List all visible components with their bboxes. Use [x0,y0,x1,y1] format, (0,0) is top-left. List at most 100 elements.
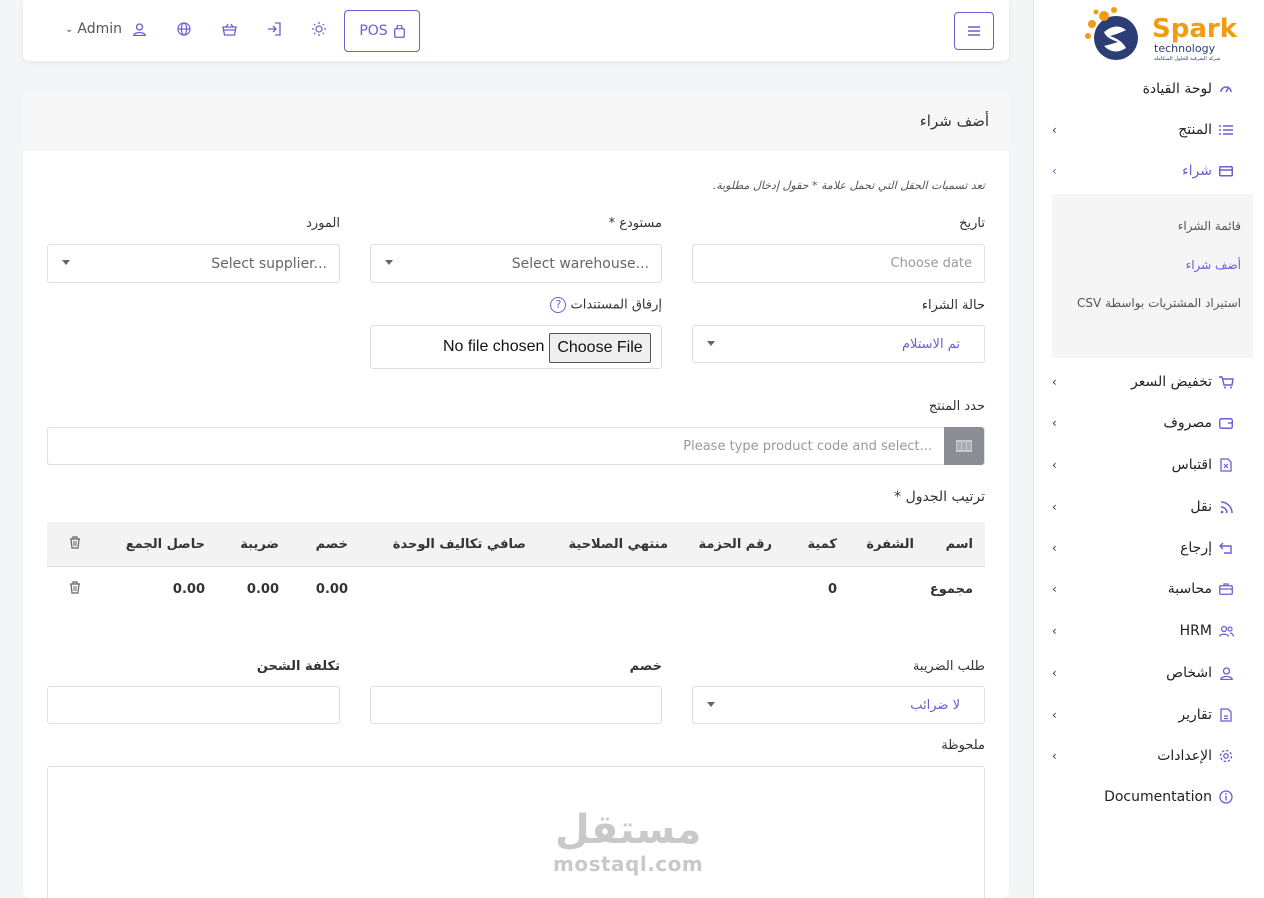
pos-button[interactable]: POS [344,10,420,52]
product-search-input[interactable]: Please type product code and select... [47,427,985,465]
discount-input[interactable] [370,686,662,724]
sidebar-item-label: إرجاع [1180,540,1212,556]
table-header: اسم الشفرة كمية رقم الحزمة منتهي الصلاحي… [47,522,985,567]
order-tax-select[interactable]: لا ضرائب [692,686,985,724]
chevron-left-icon: ‹ [1052,749,1057,763]
file-input[interactable]: Choose File No file chosen [370,325,662,369]
gear-icon [1218,748,1234,764]
user-name: Admin [77,21,123,37]
theme-toggle-icon[interactable] [309,21,329,41]
footer-total: 0.00 [172,582,205,597]
user-icon[interactable] [129,21,149,41]
supplier-select[interactable]: Select supplier... [47,244,340,283]
chevron-down-icon: ⌄ [65,23,74,35]
list-icon [1218,122,1234,138]
login-icon[interactable] [264,21,284,41]
rss-icon [1218,499,1234,515]
col-code: الشفرة [866,537,914,552]
caret-down-icon [707,702,715,707]
watermark-url: mostaql.com [553,852,704,876]
brand-tagline: شركة الشرقية للحلول المتكاملة [1154,56,1221,62]
chevron-left-icon: ‹ [1052,582,1057,596]
sidebar-item-settings[interactable]: ‹ الإعدادات [1052,744,1234,768]
user-menu[interactable]: ⌄ Admin [65,21,122,37]
submenu-item-add-purchase[interactable]: أضف شراء [1051,253,1241,277]
tax-value: لا ضرائب [910,697,960,713]
warehouse-select[interactable]: Select warehouse... [370,244,662,283]
sidebar-item-product[interactable]: ‹ المنتج [1052,118,1234,142]
footer-tax: 0.00 [246,582,279,597]
watermark-arabic: مستقل [554,807,702,853]
report-icon [1218,707,1234,723]
submenu-item-purchase-list[interactable]: قائمة الشراء [1051,214,1241,238]
sidebar-item-label: تخفيض السعر [1131,374,1212,390]
order-table: اسم الشفرة كمية رقم الحزمة منتهي الصلاحي… [47,522,985,612]
chevron-left-icon: ‹ [1052,708,1057,722]
sidebar-item-transfer[interactable]: ‹ نقل [1052,495,1234,519]
sidebar-item-documentation[interactable]: Documentation [1052,785,1234,809]
brand-logo[interactable]: Spark technology شركة الشرقية للحلول الم… [1074,4,1237,66]
sidebar-item-purchase[interactable]: ‹ شراء [1052,159,1234,183]
sidebar-item-people[interactable]: ‹ اشخاص [1052,661,1234,685]
purchase-status-select[interactable]: تم الاستلام [692,325,985,363]
sidebar-item-quotation[interactable]: ‹ اقتباس [1052,453,1234,477]
date-placeholder: Choose date [890,256,972,271]
footer-label: مجموع [929,582,973,597]
note-textarea[interactable] [47,766,985,898]
warehouse-label: مستودع * [608,216,662,231]
col-subtotal: حاصل الجمع [125,537,205,552]
sidebar-item-expense[interactable]: ‹ مصروف [1052,411,1234,435]
card-header: أضف شراء [23,92,1009,150]
shipping-label: تكلفة الشحن [256,659,340,674]
chevron-left-icon: ‹ [1052,624,1057,638]
basket-icon[interactable] [219,21,239,41]
date-label: تاريخ [959,216,985,231]
sidebar-item-label: Documentation [1104,789,1212,805]
sidebar-item-dashboard[interactable]: لوحة القيادة [1052,77,1234,101]
sidebar-item-label: HRM [1179,623,1212,639]
info-icon [1218,789,1234,805]
sidebar-item-hrm[interactable]: ‹ HRM [1052,619,1234,643]
briefcase-icon [1218,581,1234,597]
status-value: تم الاستلام [901,336,960,352]
col-expiry: منتهي الصلاحية [568,537,669,552]
watermark: مستقل mostaql.com [553,808,703,876]
product-placeholder: Please type product code and select... [683,439,932,454]
status-label: حالة الشراء [921,298,985,313]
spark-logo-icon [1085,7,1138,60]
chevron-left-icon: ‹ [1052,123,1057,137]
caret-down-icon [62,260,70,265]
required-note: تعد تسميات الحقل التي تحمل علامة * حقول … [712,179,985,192]
supplier-label: المورد [306,216,340,231]
supplier-placeholder: Select supplier... [211,255,327,272]
brand-name: Spark [1152,14,1237,44]
sidebar-item-return[interactable]: ‹ إرجاع [1052,536,1234,560]
submenu-item-import-csv[interactable]: استيراد المشتريات بواسطة CSV [1051,291,1241,315]
sidebar-item-label: نقل [1190,499,1212,515]
caret-down-icon [385,260,393,265]
pos-label: POS [359,23,388,39]
sidebar-item-sale[interactable]: ‹ تخفيض السعر [1052,370,1234,394]
col-batch: رقم الحزمة [698,537,772,552]
order-table-label: ترتيب الجدول * [894,489,985,505]
page-title: أضف شراء [919,112,989,130]
sidebar-item-accounting[interactable]: ‹ محاسبة [1052,577,1234,601]
chevron-left-icon: ‹ [1052,500,1057,514]
menu-toggle-button[interactable] [954,12,994,50]
chevron-left-icon: ‹ [1052,541,1057,555]
file-x-icon [1218,457,1234,473]
sidebar-item-reports[interactable]: ‹ تقارير [1052,703,1234,727]
brand-sub: technology [1154,42,1216,55]
help-icon[interactable]: ? [550,297,567,313]
choose-file-button[interactable]: Choose File [549,333,651,363]
footer-discount: 0.00 [315,582,348,597]
gauge-icon [1218,81,1234,97]
barcode-icon[interactable] [944,427,984,465]
sidebar-item-label: لوحة القيادة [1142,81,1212,97]
table-footer-row: مجموع 0 0.00 0.00 0.00 [47,567,985,612]
globe-icon[interactable] [174,21,194,41]
topbar: POS ⌄ Admin [23,0,1009,61]
date-field[interactable]: Choose date [692,244,985,283]
shipping-cost-input[interactable] [47,686,340,724]
warehouse-placeholder: Select warehouse... [511,255,649,272]
